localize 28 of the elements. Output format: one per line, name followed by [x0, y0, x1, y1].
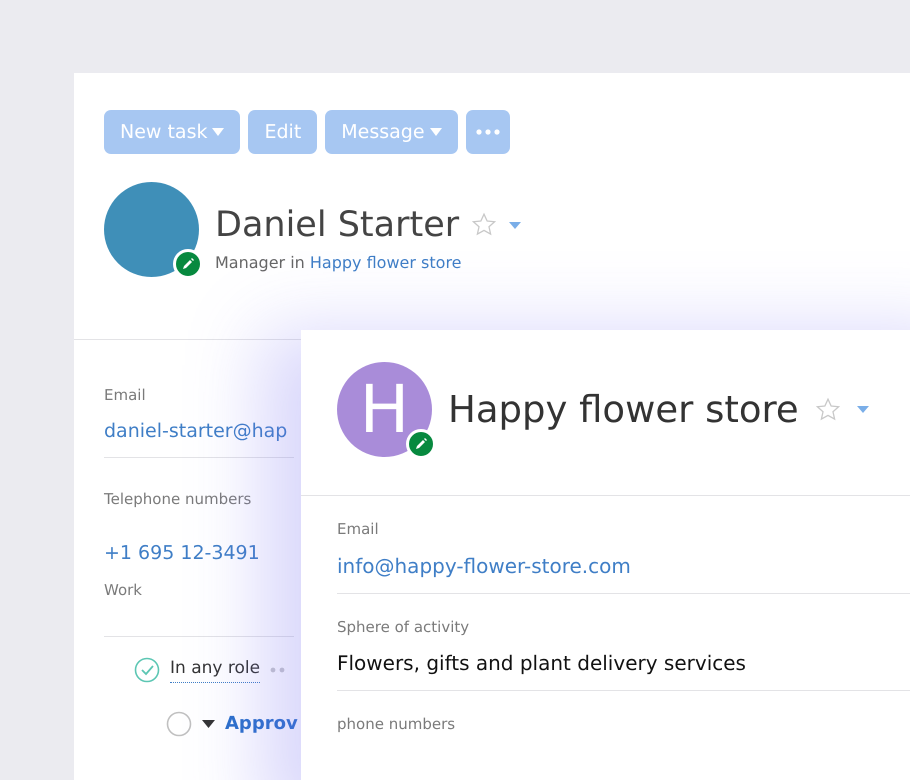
email-link[interactable]: daniel-starter@hap [104, 416, 294, 445]
contact-name: Daniel Starter [215, 206, 460, 244]
field-label: Sphere of activity [337, 616, 470, 638]
role-link[interactable]: In any role [170, 656, 260, 683]
dropdown-caret-icon[interactable] [509, 222, 522, 229]
dropdown-caret-icon[interactable] [856, 406, 869, 413]
company-link[interactable]: Happy flower store [310, 252, 462, 272]
caret-icon[interactable] [430, 128, 442, 136]
phone-type: Work [104, 580, 143, 601]
field-label: Email [104, 385, 147, 406]
more-dots-icon[interactable] [476, 129, 500, 135]
field-label: Email [337, 519, 380, 540]
field-value: Flowers, gifts and plant delivery services [337, 650, 747, 677]
more-button[interactable] [466, 110, 510, 154]
check-circle-icon[interactable] [166, 710, 192, 736]
favorite-star-icon[interactable] [814, 396, 841, 422]
stage-title[interactable]: Approv [225, 710, 298, 737]
more-dots-icon[interactable] [270, 666, 286, 672]
email-link[interactable]: info@happy-flower-store.com [337, 550, 910, 580]
caret-icon[interactable] [212, 128, 224, 136]
expand-caret-icon[interactable] [202, 720, 215, 728]
field-label: phone numbers [337, 714, 456, 735]
check-circle-icon[interactable] [134, 656, 160, 682]
position-text: Manager in Happy flower store [215, 252, 463, 274]
field-label: Telephone numbers [104, 489, 252, 510]
phone-link[interactable]: +1 695 12-3491 [104, 538, 294, 567]
company-name: Happy flower store [448, 386, 799, 433]
avatar-letter: H [360, 376, 410, 442]
